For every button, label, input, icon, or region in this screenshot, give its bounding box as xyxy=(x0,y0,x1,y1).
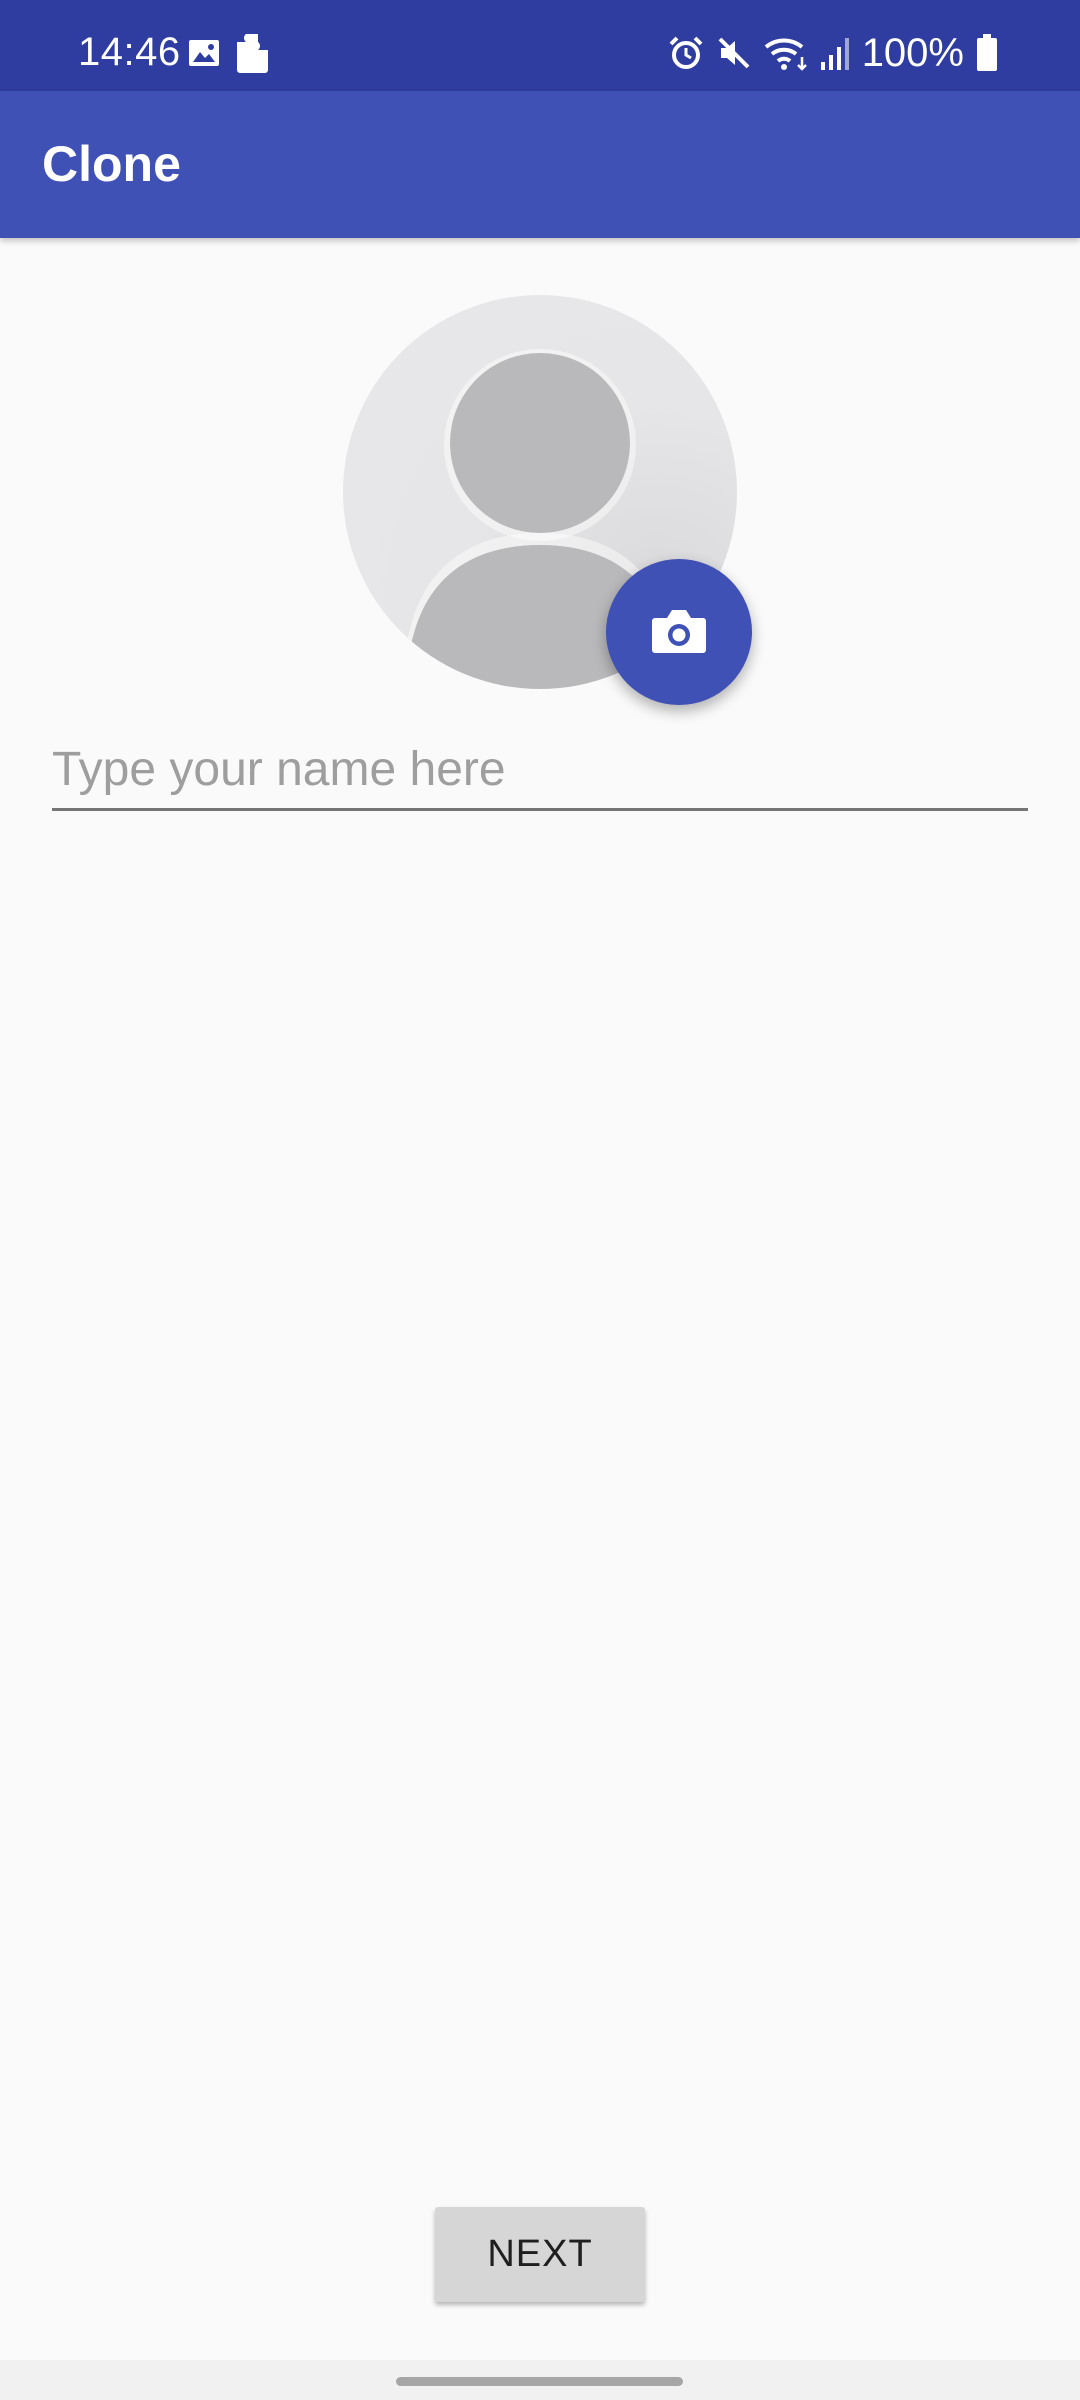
battery-icon xyxy=(976,34,998,72)
mute-icon xyxy=(716,35,752,71)
change-photo-button[interactable] xyxy=(606,559,752,705)
navigation-bar xyxy=(0,2360,1080,2400)
status-time: 14:46 xyxy=(78,30,181,74)
next-button[interactable]: NEXT xyxy=(435,2207,645,2302)
app-title: Clone xyxy=(42,136,181,192)
alarm-icon xyxy=(668,35,704,71)
status-left-icons xyxy=(188,32,272,74)
puzzle-icon xyxy=(234,32,272,74)
signal-icon xyxy=(820,36,850,70)
screen: 14:46 100% Clone Type your name here NEX… xyxy=(0,0,1080,2400)
app-bar: Clone xyxy=(0,91,1080,238)
status-bar: 14:46 100% xyxy=(0,0,1080,91)
status-right-icons: 100% xyxy=(668,30,998,76)
name-input[interactable] xyxy=(52,730,1028,811)
gesture-handle[interactable] xyxy=(396,2377,683,2386)
image-icon xyxy=(188,37,220,69)
camera-icon xyxy=(651,606,707,659)
wifi-icon xyxy=(764,35,808,71)
battery-percentage: 100% xyxy=(861,31,964,75)
